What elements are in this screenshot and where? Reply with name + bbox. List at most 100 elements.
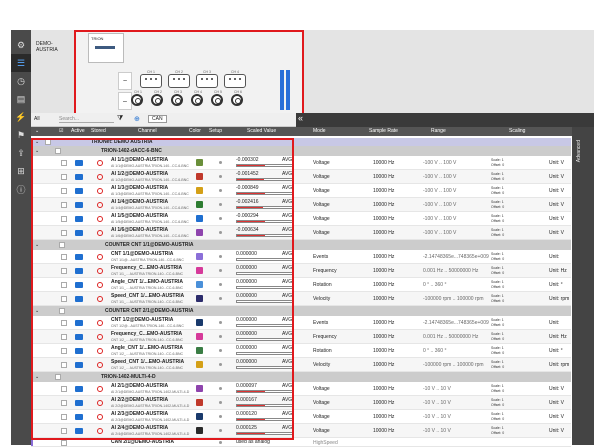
mode-value[interactable]: Velocity [313, 362, 330, 368]
range-value[interactable]: -100 V .. 100 V [423, 230, 456, 236]
range-value[interactable]: -10 V .. 10 V [423, 400, 451, 406]
bnc-connector[interactable] [151, 94, 163, 106]
sample-rate-value[interactable]: 10000 Hz [373, 334, 394, 340]
trion-card[interactable]: TRION [88, 33, 124, 63]
row-checkbox[interactable] [61, 440, 67, 446]
range-value[interactable]: -100000 rpm .. 100000 rpm [423, 296, 484, 302]
mode-value[interactable]: Frequency [313, 268, 337, 274]
dsub-connector[interactable] [168, 74, 190, 88]
range-value[interactable]: -2.14748365e...748365e+009 [423, 320, 489, 326]
mode-value[interactable]: HighSpeed [313, 440, 338, 446]
sample-rate-value[interactable]: 10000 Hz [373, 230, 394, 236]
info-icon[interactable]: ⓘ [11, 180, 31, 198]
range-value[interactable]: -100 V .. 100 V [423, 160, 456, 166]
range-value[interactable]: -10 V .. 10 V [423, 386, 451, 392]
range-value[interactable]: 0.001 Hz .. 50000000 Hz [423, 268, 478, 274]
sample-rate-value[interactable]: 10000 Hz [373, 320, 394, 326]
flag-icon[interactable]: ⚑ [11, 126, 31, 144]
device-name[interactable]: DEMO-AUSTRIA [33, 33, 73, 113]
sample-rate-value[interactable]: 10000 Hz [373, 296, 394, 302]
mode-value[interactable]: Voltage [313, 216, 330, 222]
mode-value[interactable]: Events [313, 254, 328, 260]
advanced-panel[interactable] [572, 127, 594, 445]
col-scaled-value[interactable]: Scaled Value [247, 128, 276, 134]
range-value[interactable]: -2.14748365e...748365e+009 [423, 254, 489, 260]
sample-rate-value[interactable]: 10000 Hz [373, 400, 394, 406]
range-value[interactable]: -10 V .. 10 V [423, 428, 451, 434]
col-sample-rate[interactable]: Sample Rate [369, 128, 398, 134]
mode-value[interactable]: Voltage [313, 174, 330, 180]
sample-rate-value[interactable]: 10000 Hz [373, 414, 394, 420]
mode-value[interactable]: Voltage [313, 202, 330, 208]
mode-value[interactable]: Voltage [313, 188, 330, 194]
col-stored[interactable]: Stored [91, 128, 106, 134]
sample-rate-value[interactable]: 10000 Hz [373, 188, 394, 194]
mode-value[interactable]: Frequency [313, 334, 337, 340]
settings-icon[interactable]: ⚙ [11, 36, 31, 54]
range-value[interactable]: 0 ° .. 360 ° [423, 282, 446, 288]
mode-value[interactable]: Rotation [313, 348, 332, 354]
col-scaling[interactable]: Scaling [509, 128, 525, 134]
bnc-connector[interactable] [231, 94, 243, 106]
col-range[interactable]: Range [431, 128, 446, 134]
col-color[interactable]: Color [189, 128, 201, 134]
mode-value[interactable]: Voltage [313, 414, 330, 420]
bnc-connector[interactable] [171, 94, 183, 106]
sample-rate-value[interactable]: 10000 Hz [373, 386, 394, 392]
range-value[interactable]: -100 V .. 100 V [423, 216, 456, 222]
sample-rate-value[interactable]: 10000 Hz [373, 428, 394, 434]
sample-rate-value[interactable]: 10000 Hz [373, 160, 394, 166]
bnc-connector[interactable] [211, 94, 223, 106]
bnc-connector[interactable] [131, 94, 143, 106]
unit-value: Unit: ° [549, 282, 563, 288]
bnc-connector[interactable] [191, 94, 203, 106]
mode-value[interactable]: Voltage [313, 400, 330, 406]
mode-value[interactable]: Voltage [313, 230, 330, 236]
export-icon[interactable]: ⇪ [11, 144, 31, 162]
select-all-checkbox[interactable]: ☑ [59, 128, 63, 134]
all-filter[interactable]: All [34, 116, 40, 122]
dsub-connector[interactable] [224, 74, 246, 88]
network-icon[interactable]: ⊞ [11, 162, 31, 180]
clock-icon[interactable]: ◷ [11, 72, 31, 90]
sample-rate-value[interactable]: 10000 Hz [373, 282, 394, 288]
col-active[interactable]: Active [71, 128, 85, 134]
range-value[interactable]: 0 ° .. 360 ° [423, 348, 446, 354]
mode-value[interactable]: Voltage [313, 386, 330, 392]
dsub-connector[interactable] [140, 74, 162, 88]
add-channel-icon[interactable]: ⊕ [134, 115, 140, 123]
mode-value[interactable]: Events [313, 320, 328, 326]
sample-rate-value[interactable]: 10000 Hz [373, 202, 394, 208]
sample-rate-value[interactable]: 10000 Hz [373, 362, 394, 368]
sample-rate-value[interactable]: 10000 Hz [373, 174, 394, 180]
col-setup[interactable]: Setup [209, 128, 222, 134]
mode-value[interactable]: Rotation [313, 282, 332, 288]
channel-list-icon[interactable]: ☰ [11, 54, 31, 72]
range-value[interactable]: -100000 rpm .. 100000 rpm [423, 362, 484, 368]
search-input[interactable]: Search... [59, 116, 114, 123]
scale-value: Scale: 1 [491, 346, 504, 350]
offset-value: Offset: 0 [491, 323, 505, 327]
document-icon[interactable]: ▤ [11, 90, 31, 108]
collapse-button[interactable]: « [296, 113, 594, 127]
dsub-connector[interactable] [196, 74, 218, 88]
mode-value[interactable]: Velocity [313, 296, 330, 302]
col-mode[interactable]: Mode [313, 128, 326, 134]
can-filter-button[interactable]: CAN [148, 115, 167, 123]
sample-rate-value[interactable]: 10000 Hz [373, 348, 394, 354]
lightning-icon[interactable]: ⚡ [11, 108, 31, 126]
filter-icon[interactable]: ⧩ [117, 115, 123, 123]
range-value[interactable]: 0.001 Hz .. 50000000 Hz [423, 334, 478, 340]
sample-rate-value[interactable]: 10000 Hz [373, 268, 394, 274]
mode-value[interactable]: Voltage [313, 428, 330, 434]
setup-dot[interactable] [219, 441, 222, 444]
sample-rate-value[interactable]: 10000 Hz [373, 216, 394, 222]
range-value[interactable]: -100 V .. 100 V [423, 202, 456, 208]
sample-rate-value[interactable]: 10000 Hz [373, 254, 394, 260]
mode-value[interactable]: Voltage [313, 160, 330, 166]
range-value[interactable]: -100 V .. 100 V [423, 188, 456, 194]
range-value[interactable]: -10 V .. 10 V [423, 414, 451, 420]
expand-all-icon[interactable]: ⌄ [35, 128, 39, 134]
col-channel[interactable]: Channel [138, 128, 157, 134]
range-value[interactable]: -100 V .. 100 V [423, 174, 456, 180]
